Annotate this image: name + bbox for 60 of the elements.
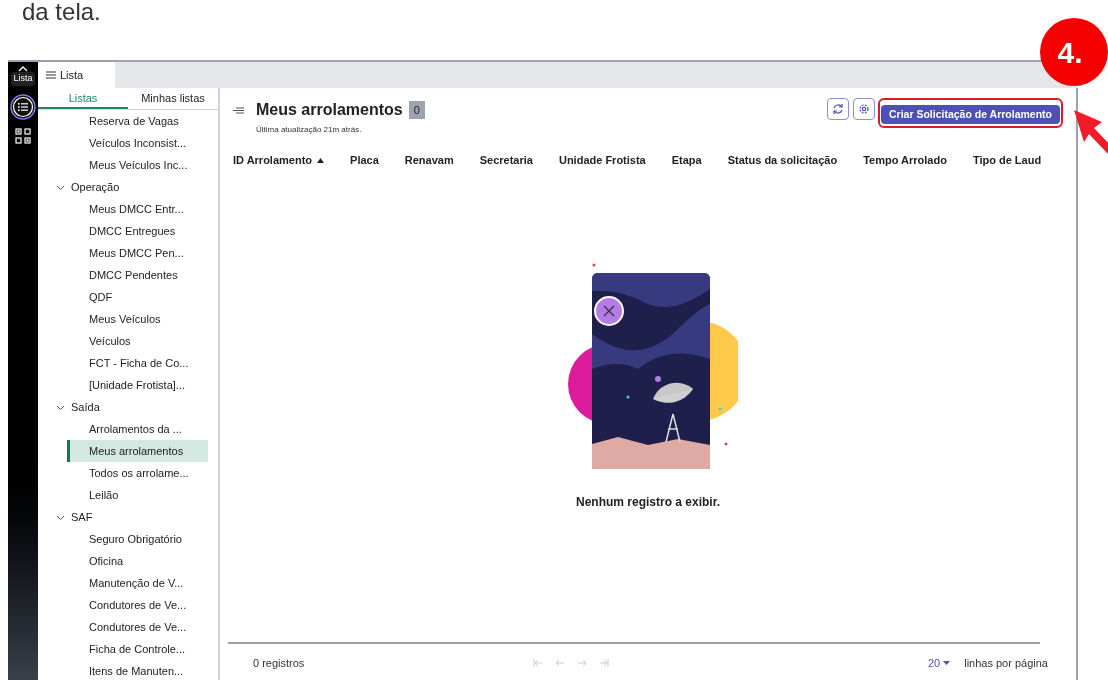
sidebar-item[interactable]: Meus DMCC Entr... xyxy=(38,198,208,220)
sidebar-item[interactable]: Reserva de Vagas xyxy=(38,110,208,132)
records-count: 0 registros xyxy=(253,655,305,671)
column-header[interactable]: Status da solicitação xyxy=(727,152,838,169)
sidebar-item[interactable]: DMCC Entregues xyxy=(38,220,208,242)
column-header[interactable]: Etapa xyxy=(671,152,702,169)
page-title: Meus arrolamentos xyxy=(256,100,403,120)
sidebar-item[interactable]: Manutenção de V... xyxy=(38,572,208,594)
column-header[interactable]: Placa xyxy=(350,152,379,169)
list-icon[interactable] xyxy=(10,93,36,120)
menu-icon xyxy=(46,71,56,79)
sidebar-item[interactable]: Itens de Manuten... xyxy=(38,660,208,680)
page-size-label: linhas por página xyxy=(964,655,1048,671)
refresh-icon xyxy=(832,103,844,115)
sidebar-item[interactable]: Ficha de Controle... xyxy=(38,638,208,660)
sidebar-item[interactable]: Veículos xyxy=(38,330,208,352)
sidebar-tab[interactable]: Listas xyxy=(38,88,128,109)
settings-button[interactable] xyxy=(853,98,875,120)
sidebar-item[interactable]: Meus Veículos xyxy=(38,308,208,330)
step-badge: 4. xyxy=(1040,18,1108,86)
sidebar-item[interactable]: Meus arrolamentos xyxy=(67,440,208,462)
column-header[interactable]: Unidade Frotista xyxy=(558,152,646,169)
settings-icon xyxy=(858,103,870,115)
column-header[interactable]: Renavam xyxy=(404,152,454,169)
window-tab[interactable]: Lista xyxy=(38,62,115,88)
chevron-up-icon[interactable] xyxy=(18,66,28,72)
sidebar-item[interactable]: Condutores de Ve... xyxy=(38,616,208,638)
sidebar-group[interactable]: Saída xyxy=(38,396,218,418)
sidebar-group[interactable]: SAF xyxy=(38,506,218,528)
sidebar-item[interactable]: Oficina xyxy=(38,550,208,572)
caret-down-icon xyxy=(943,661,951,665)
sidebar-item[interactable]: Leilão xyxy=(38,484,208,506)
sidebar-item[interactable]: DMCC Pendentes xyxy=(38,264,208,286)
sidebar-item[interactable]: FCT - Ficha de Co... xyxy=(38,352,208,374)
sidebar-group[interactable]: Operação xyxy=(38,176,218,198)
empty-message: Nenhum registro a exibir. xyxy=(575,493,720,511)
column-header[interactable]: Tempo Arrolado xyxy=(863,152,947,169)
sidebar-item[interactable]: Veículos Inconsist... xyxy=(38,132,208,154)
sidebar-item[interactable]: [Unidade Frotista]... xyxy=(38,374,208,396)
sidebar-item[interactable]: Meus Veículos Inc... xyxy=(38,154,208,176)
tab-label: Lista xyxy=(60,67,84,83)
sidebar-item[interactable]: Condutores de Ve... xyxy=(38,594,208,616)
sidebar-item[interactable]: Seguro Obrigatório xyxy=(38,528,208,550)
last-updated-text: Última atualização 21m atrás. xyxy=(256,124,363,136)
sidebar-item[interactable]: Arrolamentos da ... xyxy=(38,418,208,440)
sidebar-item[interactable]: Todos os arrolame... xyxy=(38,462,208,484)
sidebar-item[interactable]: QDF xyxy=(38,286,208,308)
refresh-button[interactable] xyxy=(827,98,849,120)
sidebar-tab[interactable]: Minhas listas xyxy=(128,88,218,109)
page-size-dropdown[interactable]: 20 xyxy=(927,654,951,672)
record-count: 0 xyxy=(408,100,425,120)
rail-label: Lista xyxy=(11,72,35,86)
collapse-icon[interactable] xyxy=(233,107,244,114)
column-header[interactable]: ID Arrolamento xyxy=(233,152,325,169)
qr-code-icon[interactable] xyxy=(15,127,31,144)
sidebar-item[interactable]: Meus DMCC Pen... xyxy=(38,242,208,264)
page-caption: da tela. xyxy=(22,0,101,24)
column-header[interactable]: Secretaria xyxy=(479,152,533,169)
create-request-button[interactable]: Criar Solicitação de Arrolamento xyxy=(881,105,1060,125)
column-header[interactable]: Tipo de Laud xyxy=(972,152,1042,169)
